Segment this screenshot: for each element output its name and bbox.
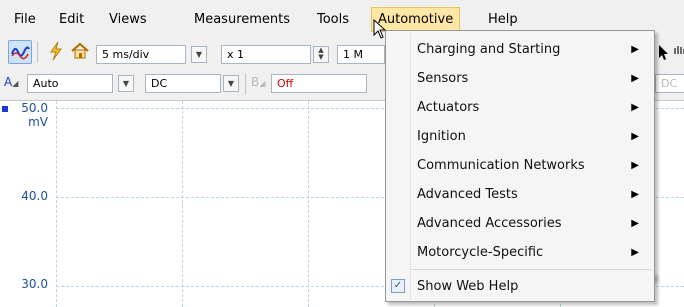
home-button[interactable]: [69, 40, 91, 62]
menu-edit[interactable]: Edit: [55, 9, 88, 30]
channel-b-letter: B: [251, 75, 260, 89]
home-icon: [71, 42, 89, 59]
submenu-arrow-icon: ▶: [631, 102, 639, 113]
menu-separator: [412, 269, 651, 270]
menu-item-label: Charging and Starting: [417, 42, 561, 57]
menu-views[interactable]: Views: [105, 9, 151, 30]
menu-item-communication-networks[interactable]: Communication Networks ▶: [386, 151, 654, 180]
scope-wave-icon: [11, 46, 30, 60]
channel-a-label: A◢: [4, 75, 19, 89]
mouse-pointer-icon: [373, 19, 387, 39]
y-axis-label-low: 30.0: [21, 277, 48, 291]
menu-item-advanced-accessories[interactable]: Advanced Accessories ▶: [386, 209, 654, 238]
channel-b-range-select[interactable]: Off: [271, 74, 367, 93]
menu-item-label: Show Web Help: [417, 279, 519, 294]
updown-arrows-icon: ▲ ▼: [318, 46, 324, 61]
channel-a-range-dropdown[interactable]: ▼: [118, 75, 134, 92]
menu-automotive-label: Automotive: [378, 12, 454, 27]
grid-line: [308, 101, 309, 307]
menu-item-label: Sensors: [417, 71, 469, 86]
channel-a-coupling-dropdown[interactable]: ▼: [223, 75, 239, 92]
submenu-arrow-icon: ▶: [631, 189, 639, 200]
menu-item-label: Actuators: [417, 100, 480, 115]
submenu-arrow-icon: ▶: [631, 160, 639, 171]
menu-item-advanced-tests[interactable]: Advanced Tests ▶: [386, 180, 654, 209]
zoom-stepper[interactable]: ▲ ▼: [313, 46, 329, 63]
menu-help-label: Help: [488, 12, 518, 27]
menu-edit-label: Edit: [59, 12, 85, 27]
samples-value: 1 M: [343, 48, 363, 61]
chevron-down-icon: ▼: [195, 50, 203, 59]
hand-tool-button[interactable]: [672, 42, 684, 64]
channel-b-coupling-select[interactable]: DC: [655, 74, 684, 93]
menu-file-label: File: [14, 12, 36, 27]
samples-select[interactable]: 1 M: [337, 45, 385, 64]
menu-measurements-label: Measurements: [194, 12, 291, 27]
channel-a-range-select[interactable]: Auto: [27, 74, 113, 93]
menu-item-label: Motorcycle-Specific: [417, 245, 544, 260]
checkmark-icon: ✓: [391, 279, 405, 293]
menu-item-motorcycle-specific[interactable]: Motorcycle-Specific ▶: [386, 238, 654, 267]
menu-item-actuators[interactable]: Actuators ▶: [386, 93, 654, 122]
automotive-dropdown-menu: Charging and Starting ▶ Sensors ▶ Actuator…: [385, 30, 655, 280]
menu-item-ignition[interactable]: Ignition ▶: [386, 122, 654, 151]
submenu-arrow-icon: ▶: [631, 131, 639, 142]
menu-item-label: Ignition: [417, 129, 466, 144]
menu-item-label: Advanced Accessories: [417, 216, 562, 231]
menu-item-show-web-help[interactable]: ✓ Show Web Help: [385, 272, 655, 302]
auto-setup-button[interactable]: [45, 40, 67, 62]
zoom-select[interactable]: x 1: [221, 45, 311, 64]
menu-help[interactable]: Help: [484, 9, 522, 30]
submenu-arrow-icon: ▶: [631, 218, 639, 229]
chevron-down-icon: ▼: [227, 79, 235, 88]
channel-b-coupling-value: DC: [661, 77, 678, 90]
timebase-value: 5 ms/div: [102, 48, 150, 61]
channel-b-label: B◢: [251, 75, 266, 89]
menu-tools-label: Tools: [317, 12, 350, 27]
menu-views-label: Views: [109, 12, 147, 27]
menu-tools[interactable]: Tools: [313, 9, 353, 30]
zoom-value: x 1: [227, 48, 245, 61]
toolbar-separator: [245, 73, 246, 95]
grid-line: [182, 101, 183, 307]
hand-icon: [674, 46, 684, 54]
chevron-down-icon: ▼: [122, 79, 130, 88]
toolbar-separator: [37, 41, 38, 63]
channel-a-range-value: Auto: [33, 77, 59, 90]
y-axis-unit: mV: [28, 115, 48, 129]
channel-a-coupling-value: DC: [151, 77, 168, 90]
menu-item-label: Communication Networks: [417, 158, 585, 173]
menu-file[interactable]: File: [10, 9, 40, 30]
submenu-arrow-icon: ▶: [631, 73, 639, 84]
submenu-arrow-icon: ▶: [631, 247, 639, 258]
channel-a-letter: A: [4, 75, 13, 89]
timebase-dropdown[interactable]: ▼: [191, 46, 207, 63]
menu-icon-gutter: [410, 272, 411, 299]
menu-measurements[interactable]: Measurements: [190, 9, 294, 30]
menu-item-sensors[interactable]: Sensors ▶: [386, 64, 654, 93]
y-axis-label-mid: 40.0: [21, 189, 48, 203]
channel-b-range-value: Off: [277, 77, 294, 90]
grid-line: [56, 101, 57, 307]
scope-mode-button[interactable]: [8, 40, 32, 64]
menu-item-charging-and-starting[interactable]: Charging and Starting ▶: [386, 35, 654, 64]
timebase-select[interactable]: 5 ms/div: [96, 45, 186, 64]
channel-a-coupling-select[interactable]: DC: [145, 74, 221, 93]
y-axis-label-top: 50.0: [21, 101, 48, 115]
submenu-arrow-icon: ▶: [631, 44, 639, 55]
menu-item-label: Advanced Tests: [417, 187, 518, 202]
lightning-icon: [50, 41, 62, 61]
